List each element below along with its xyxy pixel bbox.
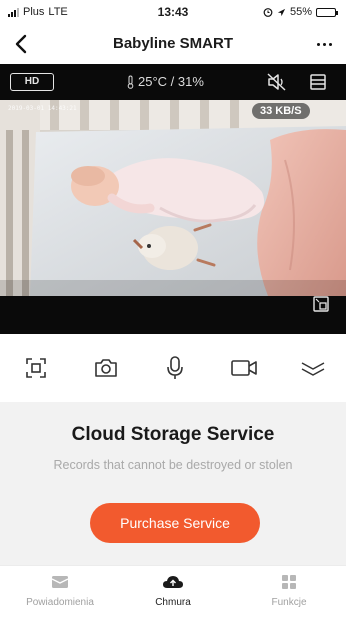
dot: [316, 42, 320, 46]
tab-cloud[interactable]: Chmura: [128, 572, 218, 608]
message-icon: [51, 576, 69, 588]
cloud-storage-section: Cloud Storage Service Records that canno…: [0, 402, 346, 565]
alarm-icon: [263, 8, 273, 17]
status-bar: Plus LTE 13:43 55%: [0, 0, 346, 24]
tab-bar: Powiadomienia Chmura Funkcje: [0, 565, 346, 618]
control-row: [0, 334, 346, 402]
screen-record-icon: [26, 358, 46, 378]
more-options-button[interactable]: [310, 32, 338, 56]
snapshot-button[interactable]: [92, 354, 120, 382]
environment-readout: 25°C / 31%: [126, 74, 204, 89]
microphone-icon: [167, 356, 183, 379]
status-right: 55%: [263, 6, 338, 18]
camera-timestamp: 2019-03-01 14:43:21: [8, 105, 77, 112]
record-video-button[interactable]: [230, 354, 258, 382]
video-camera-icon: [231, 360, 257, 376]
collapse-button[interactable]: [299, 354, 327, 382]
speaker-muted-icon: [267, 73, 286, 91]
talk-button[interactable]: [161, 354, 189, 382]
location-arrow-icon: [277, 8, 286, 16]
bitrate-badge: 33 KB/S: [252, 103, 310, 119]
tab-icon-wrap: [244, 572, 334, 592]
layout-icon: [310, 74, 326, 90]
dot: [328, 42, 332, 46]
collapse-chevron-icon: [301, 362, 325, 376]
video-panel: HD 25°C / 31% 2019-03-01 14:43:21 33 KB/…: [0, 64, 346, 334]
camera-feed[interactable]: 2019-03-01 14:43:21 33 KB/S: [0, 100, 346, 296]
video-toolbar: HD 25°C / 31%: [0, 64, 346, 100]
cloud-storage-subtitle: Records that cannot be destroyed or stol…: [53, 458, 293, 472]
tab-icon-wrap: [15, 572, 105, 592]
camera-icon: [95, 359, 117, 377]
layout-button[interactable]: [308, 72, 328, 92]
screen-record-button[interactable]: [22, 354, 50, 382]
tab-features[interactable]: Funkcje: [244, 572, 334, 608]
mute-button[interactable]: [266, 72, 288, 92]
dot: [322, 42, 326, 46]
purchase-service-button[interactable]: Purchase Service: [90, 503, 260, 543]
baby-crib-scene: [0, 100, 346, 296]
nav-bar: Babyline SMART: [0, 24, 346, 64]
cloud-storage-title: Cloud Storage Service: [71, 424, 275, 445]
battery-icon: [316, 7, 338, 17]
tab-icon-wrap: [128, 572, 218, 592]
tab-label: Chmura: [155, 597, 191, 608]
cloud-icon: [163, 576, 183, 588]
temperature-humidity-label: 25°C / 31%: [138, 74, 204, 89]
picture-in-picture-icon: [313, 296, 329, 312]
picture-in-picture-button[interactable]: [313, 296, 329, 312]
page-title: Babyline SMART: [112, 35, 233, 52]
tab-label: Powiadomienia: [26, 597, 94, 608]
thermometer-icon: [127, 75, 134, 89]
tab-notifications[interactable]: Powiadomienia: [15, 572, 105, 608]
quality-button[interactable]: HD: [10, 73, 54, 91]
grid-icon: [282, 575, 296, 589]
battery-percent: 55%: [289, 6, 312, 18]
tab-label: Funkcje: [271, 597, 307, 608]
